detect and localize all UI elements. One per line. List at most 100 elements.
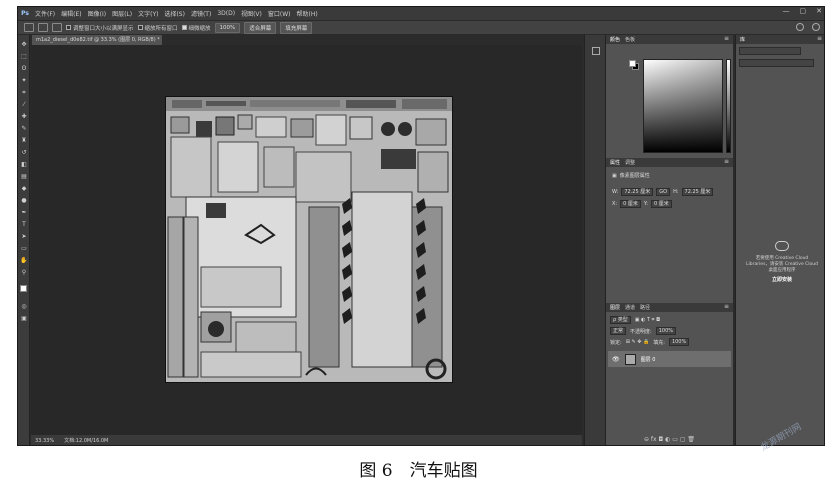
zoom-level[interactable]: 33.33%	[35, 438, 54, 444]
tab-properties[interactable]: 属性	[610, 159, 620, 166]
width-label: W:	[612, 189, 619, 195]
texture-map-graphic	[166, 97, 452, 382]
close-button[interactable]: ✕	[816, 7, 822, 15]
fill-screen-button[interactable]: 填充屏幕	[280, 21, 313, 34]
opacity-field[interactable]: 100%	[655, 327, 676, 335]
options-right-icons	[796, 23, 820, 31]
panel-menu-icon[interactable]: ≡	[817, 35, 822, 42]
fill-field[interactable]: 100%	[668, 338, 690, 346]
zoom-all-windows-checkbox[interactable]: 缩放所有窗口	[137, 24, 178, 32]
menu-edit[interactable]: 编辑(E)	[58, 9, 84, 18]
pen-tool-icon[interactable]: ✒	[20, 209, 28, 217]
eye-icon[interactable]: 👁	[612, 356, 620, 363]
canvas-area[interactable]	[31, 45, 582, 435]
clone-stamp-tool-icon[interactable]: ♜	[20, 137, 28, 145]
dodge-tool-icon[interactable]: ●	[20, 197, 28, 205]
layer-thumbnail	[624, 353, 636, 365]
panel-menu-icon[interactable]: ≡	[724, 35, 729, 42]
filter-icons[interactable]: ▣ ◐ T ⌗ ◘	[635, 317, 660, 323]
menu-image[interactable]: 图像(I)	[85, 9, 109, 18]
healing-brush-tool-icon[interactable]: ✚	[20, 113, 28, 121]
window-controls: — ▢ ✕	[783, 7, 823, 15]
maximize-button[interactable]: ▢	[800, 7, 807, 15]
magic-wand-tool-icon[interactable]: ✦	[20, 77, 28, 85]
menu-filter[interactable]: 滤镜(T)	[188, 9, 214, 18]
tab-libraries[interactable]: 库	[740, 36, 745, 43]
tab-paths[interactable]: 路径	[640, 304, 650, 311]
properties-title-row: ▣ 像素图层属性	[612, 172, 650, 180]
library-dropdown[interactable]	[739, 47, 801, 55]
tab-color[interactable]: 颜色	[610, 36, 620, 43]
menu-layer[interactable]: 图层(L)	[109, 9, 135, 18]
tab-swatches[interactable]: 色板	[625, 36, 635, 43]
zoom-100-button[interactable]: 100%	[214, 22, 241, 33]
zoom-in-icon[interactable]	[38, 23, 48, 32]
search-icon[interactable]	[796, 23, 804, 31]
foreground-color-swatch[interactable]	[20, 285, 27, 292]
layers-footer-icons[interactable]: ⊖ fx ◘ ◐ ▭ ▢ 🗑	[606, 436, 733, 445]
layer-row[interactable]: 👁 图层 0	[608, 351, 731, 367]
tools-panel: ✥ ⬚ ʘ ✦ ⌗ ⁄ ✚ ✎ ♜ ↺ ◧ ▤ ◆ ● ✒ T ➤ ▭ ✋ ⚲ …	[18, 35, 30, 445]
menu-type[interactable]: 文字(Y)	[135, 9, 161, 18]
panel-menu-icon[interactable]: ≡	[724, 158, 729, 165]
foreground-color-chip[interactable]	[629, 60, 636, 67]
scrubby-zoom-checkbox[interactable]: 细微缩放	[181, 24, 211, 32]
height-label: H:	[673, 189, 679, 195]
screen-mode-icon[interactable]: ▣	[20, 315, 28, 323]
link-button[interactable]: GO	[656, 188, 671, 196]
minimize-button[interactable]: —	[783, 7, 790, 15]
menu-view[interactable]: 视图(V)	[238, 9, 265, 18]
zoom-out-icon[interactable]	[52, 23, 62, 32]
tab-adjustments[interactable]: 调整	[625, 159, 635, 166]
menu-select[interactable]: 选择(S)	[161, 9, 188, 18]
x-field[interactable]: 0 厘米	[620, 200, 641, 208]
menu-window[interactable]: 窗口(W)	[265, 9, 294, 18]
hand-tool-icon[interactable]: ✋	[20, 257, 28, 265]
properties-panel: 属性 调整 ≡ ▣ 像素图层属性 W: 72.25 厘米 GO H: 72.25…	[606, 158, 733, 303]
zoom-tool-icon[interactable]: ⚲	[20, 269, 28, 277]
layer-name[interactable]: 图层 0	[641, 356, 656, 363]
height-field[interactable]: 72.25 厘米	[681, 188, 714, 196]
tab-layers[interactable]: 图层	[610, 304, 620, 311]
install-now-link[interactable]: 立即安装	[761, 276, 803, 283]
lock-icons[interactable]: ⊞ ✎ ✥ 🔒	[626, 339, 650, 345]
y-label: Y:	[643, 201, 648, 207]
history-panel-icon[interactable]	[592, 47, 600, 55]
color-field[interactable]	[643, 59, 723, 153]
crop-tool-icon[interactable]: ⌗	[20, 89, 28, 97]
document-tab[interactable]: m1a2_diesel_d0e82.tif @ 33.3% (图层 0, RGB…	[32, 35, 162, 45]
move-tool-icon[interactable]: ✥	[20, 41, 28, 49]
marquee-tool-icon[interactable]: ⬚	[20, 53, 28, 61]
blur-tool-icon[interactable]: ◆	[20, 185, 28, 193]
photoshop-window: Ps 文件(F) 编辑(E) 图像(I) 图层(L) 文字(Y) 选择(S) 滤…	[17, 6, 825, 446]
workspace-icon[interactable]	[812, 23, 820, 31]
layer-kind-filter[interactable]: ρ 类型	[610, 316, 631, 324]
menu-3d[interactable]: 3D(D)	[214, 10, 238, 17]
blend-mode-select[interactable]: 正常	[610, 327, 627, 335]
path-selection-tool-icon[interactable]: ➤	[20, 233, 28, 241]
color-slider[interactable]	[726, 59, 731, 153]
tab-channels[interactable]: 通道	[625, 304, 635, 311]
gradient-tool-icon[interactable]: ▤	[20, 173, 28, 181]
zoom-tool-preset-icon[interactable]	[24, 23, 34, 32]
fit-screen-button[interactable]: 适合屏幕	[244, 21, 277, 34]
width-field[interactable]: 72.25 厘米	[621, 188, 654, 196]
menu-help[interactable]: 帮助(H)	[294, 9, 321, 18]
resize-windows-checkbox[interactable]: 调整窗口大小以满屏显示	[66, 24, 134, 32]
panel-menu-icon[interactable]: ≡	[724, 303, 729, 310]
document-info[interactable]: 文档:12.0M/16.0M	[64, 437, 108, 444]
eyedropper-tool-icon[interactable]: ⁄	[20, 101, 28, 109]
menu-file[interactable]: 文件(F)	[32, 9, 58, 18]
type-tool-icon[interactable]: T	[20, 221, 28, 229]
quick-mask-icon[interactable]: ◎	[20, 303, 28, 311]
layers-panel: 图层 通道 路径 ≡ ρ 类型 ▣ ◐ T ⌗ ◘ 正常 不透明度: 100% …	[606, 303, 733, 445]
y-field[interactable]: 0 厘米	[650, 200, 672, 208]
eraser-tool-icon[interactable]: ◧	[20, 161, 28, 169]
properties-title: 像素图层属性	[619, 173, 650, 179]
brush-tool-icon[interactable]: ✎	[20, 125, 28, 133]
lasso-tool-icon[interactable]: ʘ	[20, 65, 28, 73]
library-search-input[interactable]	[739, 59, 814, 67]
libraries-message: 若要使用 Creative Cloud Libraries，请安装 Creati…	[745, 256, 818, 273]
rectangle-tool-icon[interactable]: ▭	[20, 245, 28, 253]
history-brush-tool-icon[interactable]: ↺	[20, 149, 28, 157]
